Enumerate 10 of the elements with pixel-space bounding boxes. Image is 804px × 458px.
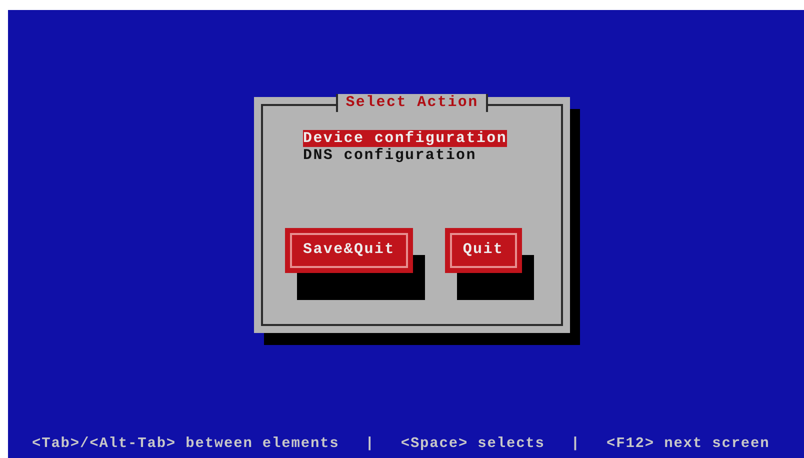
dialog-title: Select Action [336,94,488,112]
dialog-button[interactable]: Save&Quit [285,228,413,273]
dialog-button[interactable]: Quit [444,228,522,273]
status-hint: | [365,435,375,454]
menu-item[interactable]: DNS configuration [303,147,476,164]
status-hint: | [570,435,580,454]
menu-item[interactable]: Device configuration [303,130,508,147]
status-hint: <Space> selects [400,435,545,454]
status-hint: <Tab>/<Alt-Tab> between elements [32,435,340,454]
status-hint: <F12> next screen [606,435,770,454]
